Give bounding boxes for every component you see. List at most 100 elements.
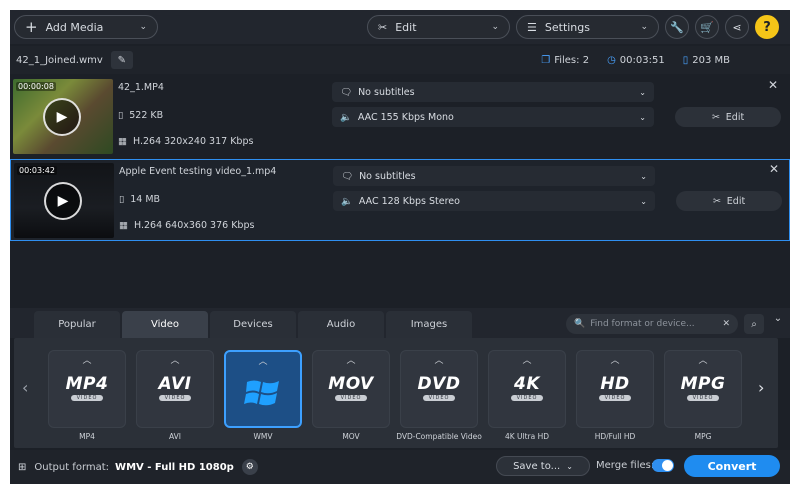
format-logo: MP4 bbox=[65, 374, 109, 394]
save-to-label: Save to... bbox=[513, 460, 561, 472]
audio-dropdown[interactable]: 🔈 AAC 128 Kbps Stereo ⌄ bbox=[333, 191, 655, 211]
settings-list-icon: ☰ bbox=[527, 20, 537, 34]
clear-search-icon[interactable]: ✕ bbox=[722, 319, 730, 329]
format-label: MPG bbox=[694, 432, 712, 441]
merged-file-bar: 42_1_Joined.wmv ✎ ❐ Files: 2 ◷ 00:03:51 ▯ 2… bbox=[10, 46, 790, 74]
files-icon: ❐ bbox=[541, 54, 551, 66]
format-card-avi[interactable]: ︿ AVI VIDEO bbox=[136, 350, 214, 428]
settings-label: Settings bbox=[544, 20, 590, 34]
total-duration-text: 00:03:51 bbox=[619, 54, 665, 66]
remove-file-icon[interactable]: ✕ bbox=[769, 162, 779, 176]
wrench-icon[interactable]: 🔧 bbox=[665, 15, 689, 39]
chevron-up-icon: ︿ bbox=[346, 356, 356, 366]
subtitles-dropdown[interactable]: 🗨 No subtitles ⌄ bbox=[332, 82, 654, 102]
help-icon[interactable]: ? bbox=[755, 15, 779, 39]
file-edit-button[interactable]: ✂ Edit bbox=[675, 107, 781, 127]
play-icon[interactable]: ▶ bbox=[44, 182, 82, 220]
film-icon: ▦ bbox=[118, 136, 127, 147]
format-card-wmv[interactable]: ︿ bbox=[224, 350, 302, 428]
file-row[interactable]: 00:00:08 ▶ 42_1.MP4 ▯ 522 KB ▦ H.264 320x2… bbox=[10, 76, 790, 158]
file-size-text: 522 KB bbox=[129, 110, 164, 121]
format-sub: VIDEO bbox=[510, 395, 544, 401]
audio-value: AAC 155 Kbps Mono bbox=[357, 111, 454, 123]
chevron-down-icon: ⌄ bbox=[566, 461, 573, 471]
speaker-icon: 🔈 bbox=[341, 195, 353, 207]
video-codec: ▦ H.264 640x360 376 Kbps bbox=[119, 220, 254, 231]
file-edit-button[interactable]: ✂ Edit bbox=[676, 191, 782, 211]
video-codec: ▦ H.264 320x240 317 Kbps bbox=[118, 136, 253, 147]
file-list: 00:00:08 ▶ 42_1.MP4 ▯ 522 KB ▦ H.264 320x2… bbox=[10, 74, 790, 308]
share-icon[interactable]: ⋖ bbox=[725, 15, 749, 39]
audio-dropdown[interactable]: 🔈 AAC 155 Kbps Mono ⌄ bbox=[332, 107, 654, 127]
video-thumbnail[interactable]: 00:03:42 ▶ bbox=[14, 163, 114, 238]
chevron-down-icon: ⌄ bbox=[640, 22, 648, 32]
plus-icon: + bbox=[25, 18, 38, 36]
arrow-right-icon[interactable]: › bbox=[758, 378, 764, 397]
subtitles-dropdown[interactable]: 🗨 No subtitles ⌄ bbox=[333, 166, 655, 186]
rename-pencil-icon[interactable]: ✎ bbox=[110, 51, 133, 69]
format-card-mp4[interactable]: ︿ MP4 VIDEO bbox=[48, 350, 126, 428]
chevron-down-icon: ⌄ bbox=[639, 87, 646, 97]
file-row[interactable]: 00:03:42 ▶ Apple Event testing video_1.m… bbox=[10, 159, 790, 241]
format-sub: VIDEO bbox=[334, 395, 368, 401]
format-sub: VIDEO bbox=[598, 395, 632, 401]
thumbnail-duration: 00:00:08 bbox=[16, 82, 56, 91]
file-edit-label: Edit bbox=[726, 195, 746, 207]
file-edit-label: Edit bbox=[725, 111, 745, 123]
format-logo: HD bbox=[600, 374, 630, 394]
search-icon: 🔍 bbox=[574, 319, 586, 329]
tab-popular[interactable]: Popular bbox=[34, 311, 120, 338]
files-count-text: Files: 2 bbox=[554, 54, 590, 66]
file-size: ▯ 14 MB bbox=[119, 194, 160, 205]
collapse-panel-icon[interactable]: ⌄ bbox=[768, 308, 788, 328]
file-icon: ▯ bbox=[118, 110, 124, 121]
merge-files-label: Merge files: bbox=[596, 460, 655, 471]
chevron-up-icon: ︿ bbox=[434, 356, 444, 366]
settings-button[interactable]: ☰ Settings ⌄ bbox=[516, 15, 659, 39]
subtitles-value: No subtitles bbox=[359, 170, 416, 182]
format-search-input[interactable]: 🔍 Find format or device... ✕ bbox=[566, 314, 738, 334]
format-card-dvd[interactable]: ︿ DVD VIDEO bbox=[400, 350, 478, 428]
play-icon[interactable]: ▶ bbox=[43, 98, 81, 136]
add-media-button[interactable]: + Add Media ⌄ bbox=[14, 15, 158, 39]
format-sub: VIDEO bbox=[422, 395, 456, 401]
custom-search-icon[interactable]: ⌕ bbox=[744, 314, 764, 334]
cart-icon[interactable]: 🛒 bbox=[695, 15, 719, 39]
format-card-4k[interactable]: ︿ 4K VIDEO bbox=[488, 350, 566, 428]
format-card-mpg[interactable]: ︿ MPG VIDEO bbox=[664, 350, 742, 428]
chevron-up-icon: ︿ bbox=[170, 356, 180, 366]
tab-video[interactable]: Video bbox=[122, 311, 208, 338]
toggle-knob bbox=[662, 460, 673, 471]
chevron-down-icon: ⌄ bbox=[491, 22, 499, 32]
video-thumbnail[interactable]: 00:00:08 ▶ bbox=[13, 79, 113, 154]
gear-icon[interactable]: ⚙ bbox=[241, 459, 258, 475]
edit-button[interactable]: ✂ Edit ⌄ bbox=[367, 15, 510, 39]
output-format-value: WMV - Full HD 1080p bbox=[115, 461, 234, 473]
file-icon: ▯ bbox=[119, 194, 125, 205]
format-logo: MOV bbox=[328, 374, 374, 394]
format-card-hd[interactable]: ︿ HD VIDEO bbox=[576, 350, 654, 428]
video-codec-text: H.264 320x240 317 Kbps bbox=[132, 136, 254, 147]
convert-button[interactable]: Convert bbox=[684, 455, 780, 477]
tab-audio[interactable]: Audio bbox=[298, 311, 384, 338]
toolbar: + Add Media ⌄ ✂ Edit ⌄ ☰ Settings ⌄ 🔧 🛒 … bbox=[10, 10, 790, 44]
chevron-up-icon: ︿ bbox=[610, 356, 620, 366]
output-format-label: Output format: bbox=[34, 461, 110, 473]
tab-devices[interactable]: Devices bbox=[210, 311, 296, 338]
tab-images[interactable]: Images bbox=[386, 311, 472, 338]
file-name: Apple Event testing video_1.mp4 bbox=[119, 166, 277, 177]
file-stats: ❐ Files: 2 ◷ 00:03:51 ▯ 203 MB bbox=[541, 55, 730, 66]
format-panel: ‹ ︿ MP4 VIDEO ︿ AVI VIDEO ︿ ︿ MOV VIDEO bbox=[14, 338, 778, 448]
arrow-left-icon[interactable]: ‹ bbox=[22, 378, 28, 397]
subtitles-icon: 🗨 bbox=[340, 86, 353, 98]
total-duration: ◷ 00:03:51 bbox=[607, 55, 665, 66]
files-count: ❐ Files: 2 bbox=[541, 55, 589, 66]
format-card-mov[interactable]: ︿ MOV VIDEO bbox=[312, 350, 390, 428]
save-to-button[interactable]: Save to... ⌄ bbox=[496, 456, 590, 476]
remove-file-icon[interactable]: ✕ bbox=[768, 78, 778, 92]
total-size: ▯ 203 MB bbox=[683, 55, 730, 66]
format-sub: VIDEO bbox=[158, 395, 192, 401]
merge-files-toggle[interactable] bbox=[652, 459, 674, 472]
add-media-label: Add Media bbox=[45, 20, 104, 34]
file-size: ▯ 522 KB bbox=[118, 110, 163, 121]
